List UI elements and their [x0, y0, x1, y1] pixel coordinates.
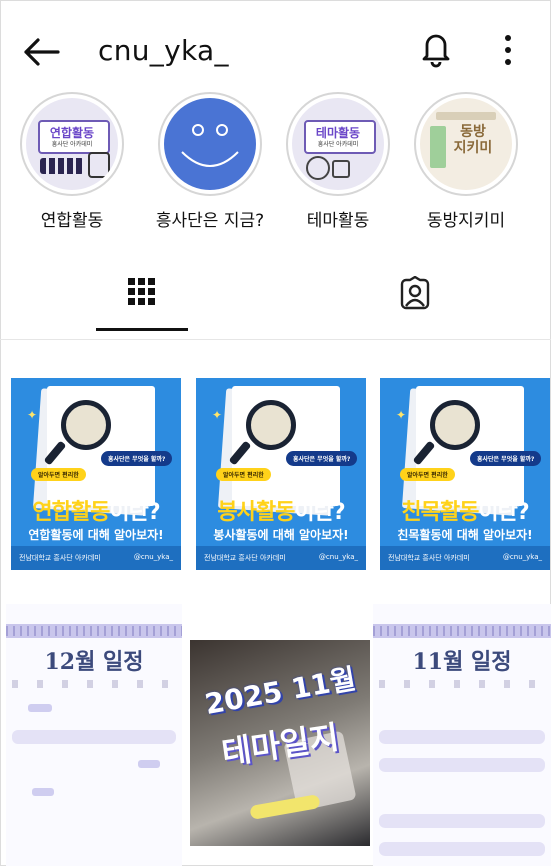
- back-arrow-icon[interactable]: [20, 30, 64, 74]
- highlight-ring: 연합활동 흥사단 아카데미: [20, 92, 124, 196]
- story-highlight-2[interactable]: 흥사단은 지금?: [150, 92, 270, 231]
- post-footer: 전남대학교 흥사단 아카데미 @cnu_yka_: [196, 546, 366, 570]
- smiley-face-icon: [164, 98, 256, 190]
- story-highlight-4[interactable]: 동방 지키미 동방지키미: [406, 92, 526, 231]
- story-highlight-3[interactable]: 테마활동 흥사단 아카데미 테마활동: [278, 92, 398, 231]
- post-subtitle: 친목활동에 대해 알아보자!: [397, 528, 533, 542]
- profile-header: cnu_yka_: [0, 0, 551, 90]
- highlight-cover-subtitle: 흥사단 아카데미: [51, 141, 93, 148]
- calendar-title: 11월 일정: [412, 649, 512, 675]
- calendar-title: 12월 일정: [44, 649, 144, 675]
- post-tile-3[interactable]: ✦ 흥사단은 무엇을 할까? 알아두면 편리한 친목활동이란? 친목활동에 대해…: [380, 378, 550, 570]
- magnifier-icon: [246, 400, 296, 450]
- post-title: 봉사활동이란?: [217, 500, 345, 525]
- post-subtitle: 봉사활동에 대해 알아보자!: [213, 528, 349, 542]
- magnifier-icon: [61, 400, 111, 450]
- highlight-cover-title: 동방 지키미: [453, 124, 493, 156]
- post-title: 친목활동이란?: [401, 500, 529, 525]
- tabs-divider: [0, 339, 551, 340]
- profile-username: cnu_yka_: [98, 34, 229, 67]
- highlight-cover: 테마활동 흥사단 아카데미: [292, 98, 384, 190]
- post-tile-1[interactable]: ✦ 흥사단은 무엇을 할까? 알아두면 편리한 연합활동이란? 연합활동에 대해…: [11, 378, 181, 570]
- tab-tagged[interactable]: [396, 270, 436, 330]
- highlight-cover: 연합활동 흥사단 아카데미: [26, 98, 118, 190]
- notification-bell-icon[interactable]: [418, 28, 454, 68]
- active-tab-indicator: [96, 328, 188, 331]
- magnifier-icon: [430, 400, 480, 450]
- post-tile-4[interactable]: 12월 일정: [6, 604, 182, 866]
- post-pill-question: 흥사단은 무엇을 할까?: [101, 451, 173, 466]
- post-pill-question: 흥사단은 무엇을 할까?: [470, 451, 542, 466]
- post-pill-tip: 알아두면 편리한: [31, 468, 86, 481]
- highlight-label: 연합활동: [40, 211, 104, 231]
- post-pill-question: 흥사단은 무엇을 할까?: [286, 451, 358, 466]
- sparkle-icon: ✦: [212, 408, 223, 422]
- grid-icon: [128, 278, 155, 305]
- highlight-cover: 동방 지키미: [420, 98, 512, 190]
- tagged-person-icon: [400, 276, 430, 310]
- highlight-cover-subtitle: 흥사단 아카데미: [317, 141, 359, 148]
- highlight-label: 동방지키미: [426, 211, 506, 231]
- highlight-ring: [158, 92, 262, 196]
- post-tile-2[interactable]: ✦ 흥사단은 무엇을 할까? 알아두면 편리한 봉사활동이란? 봉사활동에 대해…: [196, 378, 366, 570]
- post-footer: 전남대학교 흥사단 아카데미 @cnu_yka_: [11, 546, 181, 570]
- sparkle-icon: ✦: [396, 408, 407, 422]
- post-pill-tip: 알아두면 편리한: [400, 468, 455, 481]
- post-tile-6[interactable]: 11월 일정: [373, 604, 551, 866]
- post-title: 연합활동이란?: [32, 500, 160, 525]
- highlight-label: 테마활동: [306, 211, 370, 231]
- post-pill-tip: 알아두면 편리한: [216, 468, 271, 481]
- post-footer: 전남대학교 흥사단 아카데미 @cnu_yka_: [380, 546, 550, 570]
- highlight-ring: 테마활동 흥사단 아카데미: [286, 92, 390, 196]
- sparkle-icon: ✦: [27, 408, 38, 422]
- post-subtitle: 연합활동에 대해 알아보자!: [28, 528, 164, 542]
- story-highlight-1[interactable]: 연합활동 흥사단 아카데미 연합활동: [12, 92, 132, 231]
- more-options-icon[interactable]: [494, 30, 522, 70]
- highlight-label: 흥사단은 지금?: [155, 211, 265, 231]
- post-tile-5[interactable]: 2025 11월 테마일지: [190, 640, 370, 846]
- tab-posts-grid[interactable]: [96, 270, 188, 330]
- highlight-ring: 동방 지키미: [414, 92, 518, 196]
